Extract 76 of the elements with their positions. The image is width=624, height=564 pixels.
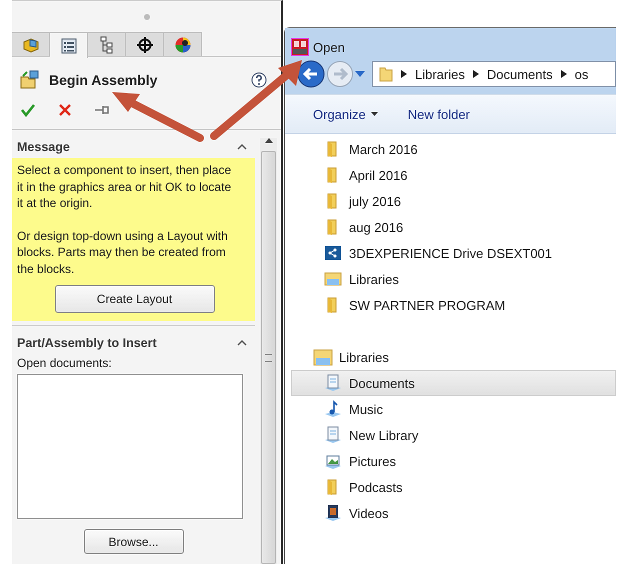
nav-item[interactable]: 3DEXPERIENCE Drive DSEXT001 bbox=[285, 240, 616, 266]
organize-menu[interactable]: Organize bbox=[313, 106, 378, 122]
color-ball-icon bbox=[174, 36, 192, 54]
nav-item[interactable]: Videos bbox=[285, 500, 616, 526]
nav-item[interactable]: March 2016 bbox=[285, 136, 616, 162]
music-note-icon bbox=[324, 400, 342, 418]
nav-item[interactable]: Libraries bbox=[285, 344, 616, 370]
document-icon bbox=[324, 374, 342, 392]
nav-item[interactable]: SW PARTNER PROGRAM bbox=[285, 292, 616, 318]
item-label: SW PARTNER PROGRAM bbox=[349, 298, 506, 312]
new-folder-button[interactable]: New folder bbox=[408, 106, 470, 122]
message-text: Or design top-down using a Layout with blocks. Parts may then be created from the blocks. bbox=[17, 228, 229, 277]
breadcrumb-item[interactable]: Documents bbox=[486, 66, 553, 82]
item-label: Pictures bbox=[349, 454, 396, 468]
item-label: 3DEXPERIENCE Drive DSEXT001 bbox=[349, 246, 552, 260]
nav-item[interactable]: Pictures bbox=[285, 448, 616, 474]
panel-title: Begin Assembly bbox=[49, 72, 158, 88]
chevron-icon bbox=[472, 70, 479, 78]
item-label: Libraries bbox=[339, 350, 389, 364]
section-title: Message bbox=[17, 140, 70, 154]
breadcrumb-item[interactable]: os bbox=[574, 66, 588, 82]
grip-dot bbox=[144, 14, 150, 20]
item-label: july 2016 bbox=[349, 194, 402, 208]
message-text: Select a component to insert, then place it in the graphics area or hit OK to locate it at the origin. bbox=[17, 162, 232, 212]
section-title: Part/Assembly to Insert bbox=[17, 336, 157, 350]
panel-tab[interactable] bbox=[88, 32, 126, 56]
dropdown-arrow-icon[interactable] bbox=[355, 71, 365, 77]
nav-item[interactable]: April 2016 bbox=[285, 162, 616, 188]
item-label: Documents bbox=[349, 376, 415, 390]
open-documents-list[interactable] bbox=[17, 374, 243, 519]
help-icon[interactable] bbox=[251, 72, 267, 88]
panel-tab[interactable] bbox=[164, 32, 202, 56]
item-label: Libraries bbox=[349, 272, 399, 286]
create-layout-button[interactable]: Create Layout bbox=[54, 285, 214, 313]
pin-icon[interactable] bbox=[94, 104, 110, 116]
collapse-caret-icon[interactable] bbox=[237, 144, 247, 150]
nav-item[interactable]: New Library bbox=[285, 422, 616, 448]
nav-item[interactable]: aug 2016 bbox=[285, 214, 616, 240]
cube-icon bbox=[22, 36, 40, 54]
dialog-title: Open bbox=[313, 40, 345, 54]
library-icon bbox=[324, 426, 342, 444]
scroll-up-icon[interactable] bbox=[264, 138, 272, 143]
chevron-icon bbox=[560, 70, 567, 78]
app-icon bbox=[291, 38, 309, 56]
library-icon bbox=[313, 348, 333, 366]
breadcrumb-item[interactable]: Libraries bbox=[415, 66, 465, 82]
browse-button[interactable]: Browse... bbox=[84, 529, 184, 554]
caret-icon bbox=[370, 112, 378, 116]
nav-item[interactable]: Libraries bbox=[285, 266, 616, 292]
item-label: April 2016 bbox=[349, 168, 408, 182]
nav-item[interactable]: Music bbox=[285, 396, 616, 422]
panel-tab[interactable] bbox=[50, 32, 88, 58]
crosshair-icon bbox=[136, 36, 154, 54]
nav-item[interactable]: Podcasts bbox=[285, 474, 616, 500]
field-label: Open documents: bbox=[16, 355, 113, 372]
tree-icon bbox=[98, 36, 116, 54]
nav-item[interactable]: Documents bbox=[291, 370, 616, 396]
shared-drive-icon bbox=[324, 244, 342, 262]
assembly-icon bbox=[20, 70, 40, 90]
nav-item[interactable]: july 2016 bbox=[285, 188, 616, 214]
folder-icon bbox=[379, 66, 393, 82]
item-label: March 2016 bbox=[349, 142, 418, 156]
item-label: New Library bbox=[349, 428, 418, 442]
item-label: Videos bbox=[349, 506, 389, 520]
panel-tab[interactable] bbox=[126, 32, 164, 56]
item-label: Podcasts bbox=[349, 480, 402, 494]
collapse-caret-icon[interactable] bbox=[237, 340, 247, 346]
library-icon bbox=[324, 270, 342, 288]
list-icon bbox=[60, 36, 78, 54]
close-icon[interactable] bbox=[58, 103, 72, 117]
chevron-icon bbox=[401, 70, 407, 78]
film-icon bbox=[324, 504, 342, 522]
item-label: Music bbox=[349, 402, 383, 416]
item-label: aug 2016 bbox=[349, 220, 404, 234]
checkmark-icon[interactable] bbox=[20, 102, 36, 118]
address-bar[interactable]: Libraries Documents os bbox=[372, 61, 616, 87]
